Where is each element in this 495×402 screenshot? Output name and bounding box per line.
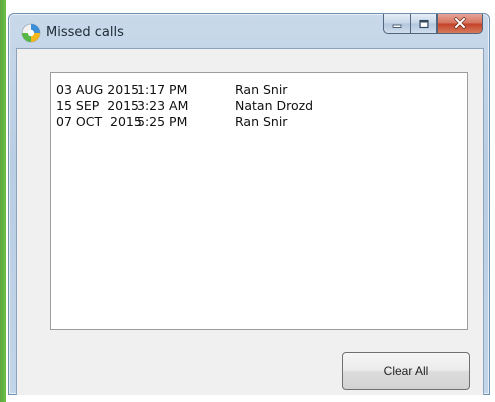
caller-name: Ran Snir: [235, 114, 288, 129]
close-button[interactable]: [437, 14, 483, 34]
caller-name: Ran Snir: [235, 82, 288, 97]
minimize-button[interactable]: [383, 14, 410, 34]
list-item[interactable]: 15 SEP 2015 3:23 AM Natan Drozd: [51, 98, 467, 114]
missed-calls-window: Missed calls 03 AUG 2015 1:17 PM Ran Sni…: [8, 13, 490, 395]
call-time: 5:25 PM: [137, 114, 188, 129]
window-client-area: 03 AUG 2015 1:17 PM Ran Snir 15 SEP 2015…: [16, 48, 484, 395]
maximize-button[interactable]: [410, 14, 437, 34]
maximize-icon: [418, 14, 430, 33]
call-date: 03 AUG 2015: [56, 82, 140, 97]
clear-all-button[interactable]: Clear All: [342, 352, 470, 390]
title-bar[interactable]: Missed calls: [9, 14, 489, 48]
call-time: 1:17 PM: [137, 82, 188, 97]
list-item[interactable]: 07 OCT 2015 5:25 PM Ran Snir: [51, 114, 467, 130]
window-title: Missed calls: [46, 25, 124, 40]
list-item[interactable]: 03 AUG 2015 1:17 PM Ran Snir: [51, 82, 467, 98]
close-icon: [453, 14, 467, 33]
call-date: 15 SEP 2015: [56, 98, 140, 113]
call-time: 3:23 AM: [137, 98, 189, 113]
app-logo-icon: [21, 23, 41, 43]
minimize-icon: [391, 14, 403, 33]
missed-calls-list[interactable]: 03 AUG 2015 1:17 PM Ran Snir 15 SEP 2015…: [50, 72, 468, 330]
caller-name: Natan Drozd: [235, 98, 314, 113]
call-date: 07 OCT 2015: [56, 114, 142, 129]
caption-buttons: [383, 14, 483, 36]
